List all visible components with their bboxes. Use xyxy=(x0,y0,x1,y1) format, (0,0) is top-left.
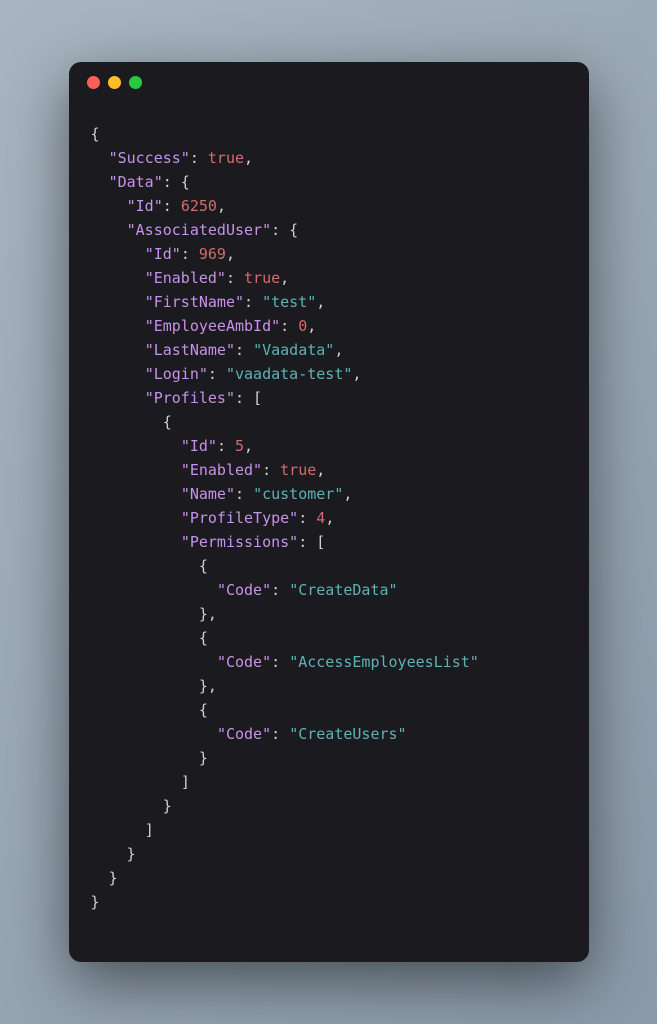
token-bool: true xyxy=(208,149,244,167)
token-punct: { xyxy=(163,413,172,431)
code-window: { "Success": true, "Data": { "Id": 6250,… xyxy=(69,62,589,962)
token-string: "CreateData" xyxy=(289,581,397,599)
window-titlebar xyxy=(69,62,589,102)
token-punct: : [ xyxy=(298,533,325,551)
token-punct: }, xyxy=(199,605,217,623)
token-punct: } xyxy=(91,893,100,911)
token-key: "Name" xyxy=(181,485,235,503)
token-key: "Id" xyxy=(181,437,217,455)
token-punct: ] xyxy=(181,773,190,791)
token-punct: , xyxy=(280,269,289,287)
token-punct: } xyxy=(199,749,208,767)
token-punct: , xyxy=(325,509,334,527)
token-string: "vaadata-test" xyxy=(226,365,352,383)
token-key: "Success" xyxy=(109,149,190,167)
token-punct: : xyxy=(262,461,280,479)
token-string: "test" xyxy=(262,293,316,311)
token-number: 5 xyxy=(235,437,244,455)
token-punct: : { xyxy=(271,221,298,239)
token-key: "Enabled" xyxy=(181,461,262,479)
token-punct: , xyxy=(226,245,235,263)
token-key: "LastName" xyxy=(145,341,235,359)
token-key: "Enabled" xyxy=(145,269,226,287)
token-string: "CreateUsers" xyxy=(289,725,406,743)
token-key: "FirstName" xyxy=(145,293,244,311)
token-punct: , xyxy=(217,197,226,215)
token-key: "Code" xyxy=(217,581,271,599)
token-punct: { xyxy=(91,125,100,143)
token-string: "customer" xyxy=(253,485,343,503)
token-bool: true xyxy=(244,269,280,287)
token-punct: , xyxy=(244,437,253,455)
token-punct: , xyxy=(334,341,343,359)
token-string: "AccessEmployeesList" xyxy=(289,653,479,671)
token-number: 4 xyxy=(316,509,325,527)
close-icon[interactable] xyxy=(87,76,100,89)
token-punct: } xyxy=(109,869,118,887)
token-punct: : xyxy=(298,509,316,527)
token-bool: true xyxy=(280,461,316,479)
token-punct: : xyxy=(163,197,181,215)
token-number: 0 xyxy=(298,317,307,335)
token-punct: , xyxy=(343,485,352,503)
token-punct: }, xyxy=(199,677,217,695)
token-punct: { xyxy=(199,629,208,647)
token-key: "Id" xyxy=(127,197,163,215)
token-key: "Login" xyxy=(145,365,208,383)
code-content: { "Success": true, "Data": { "Id": 6250,… xyxy=(69,102,589,934)
minimize-icon[interactable] xyxy=(108,76,121,89)
token-punct: ] xyxy=(145,821,154,839)
token-key: "Code" xyxy=(217,653,271,671)
maximize-icon[interactable] xyxy=(129,76,142,89)
token-punct: , xyxy=(352,365,361,383)
token-punct: : xyxy=(190,149,208,167)
token-punct: } xyxy=(127,845,136,863)
token-punct: : xyxy=(226,269,244,287)
token-key: "AssociatedUser" xyxy=(127,221,272,239)
token-punct: : xyxy=(271,581,289,599)
token-punct: : xyxy=(208,365,226,383)
token-key: "Id" xyxy=(145,245,181,263)
token-punct: : xyxy=(244,293,262,311)
token-punct: : xyxy=(217,437,235,455)
token-punct: , xyxy=(307,317,316,335)
token-punct: : xyxy=(280,317,298,335)
token-key: "ProfileType" xyxy=(181,509,298,527)
token-key: "Profiles" xyxy=(145,389,235,407)
token-key: "EmployeeAmbId" xyxy=(145,317,280,335)
token-punct: , xyxy=(316,293,325,311)
token-punct: : xyxy=(235,341,253,359)
token-punct: { xyxy=(199,557,208,575)
token-punct: : [ xyxy=(235,389,262,407)
token-key: "Permissions" xyxy=(181,533,298,551)
token-number: 969 xyxy=(199,245,226,263)
token-punct: , xyxy=(316,461,325,479)
token-key: "Data" xyxy=(109,173,163,191)
token-key: "Code" xyxy=(217,725,271,743)
token-punct: : { xyxy=(163,173,190,191)
token-string: "Vaadata" xyxy=(253,341,334,359)
token-punct: { xyxy=(199,701,208,719)
token-punct: : xyxy=(271,725,289,743)
token-punct: } xyxy=(163,797,172,815)
token-number: 6250 xyxy=(181,197,217,215)
token-punct: : xyxy=(181,245,199,263)
token-punct: , xyxy=(244,149,253,167)
token-punct: : xyxy=(271,653,289,671)
token-punct: : xyxy=(235,485,253,503)
